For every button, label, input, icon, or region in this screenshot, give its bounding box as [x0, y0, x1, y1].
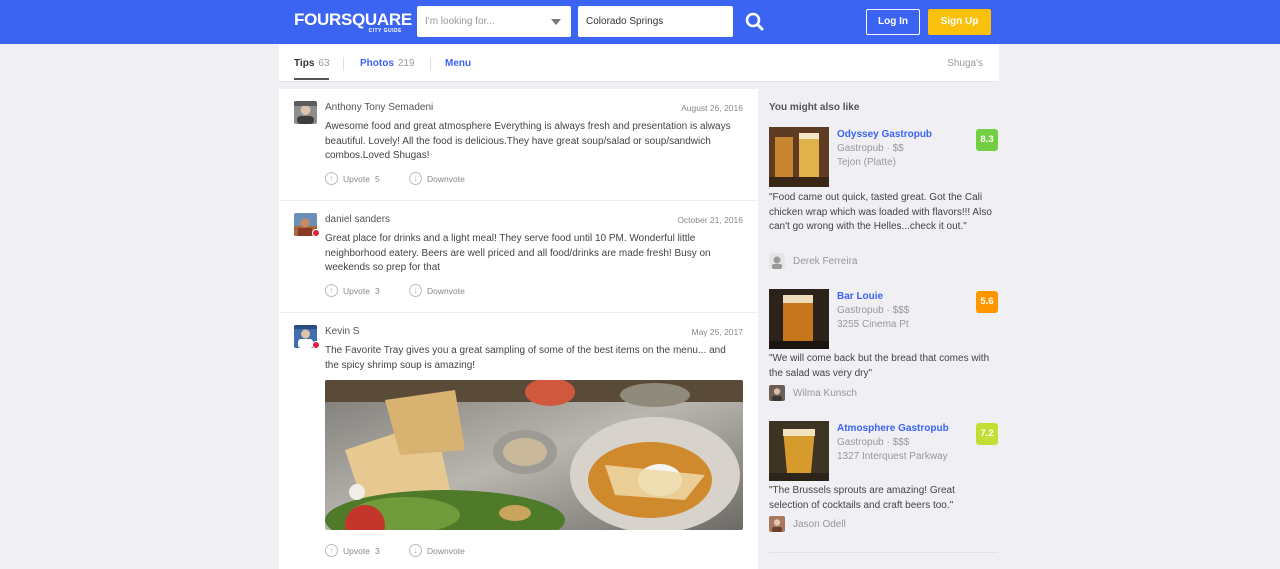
- arrow-down-icon: ↓: [409, 544, 422, 557]
- venue-location: Tejon (Platte): [837, 157, 896, 168]
- heart-icon: [312, 341, 320, 349]
- upvote-label: Upvote: [343, 173, 370, 184]
- tab-menu[interactable]: Menu: [445, 58, 471, 69]
- heart-icon: [312, 229, 320, 237]
- venue-category: Gastropub · $$$: [837, 437, 910, 448]
- upvote-label: Upvote: [343, 545, 370, 556]
- downvote-button[interactable]: ↓ Downvote: [409, 544, 465, 557]
- tip-author[interactable]: Kevin S: [325, 326, 359, 337]
- tip-user[interactable]: Wilma Kunsch: [769, 385, 857, 401]
- tip-user[interactable]: Jason Odell: [769, 516, 846, 532]
- similar-venue-card: Odyssey Gastropub Gastropub · $$ Tejon (…: [769, 127, 998, 277]
- arrow-down-icon: ↓: [409, 172, 422, 185]
- venue-score-badge: 8.3: [976, 129, 998, 151]
- venue-name[interactable]: Shuga's: [947, 58, 983, 69]
- venue-photo[interactable]: [769, 127, 829, 187]
- downvote-label: Downvote: [427, 173, 465, 184]
- tip-photo[interactable]: [325, 380, 743, 530]
- tip-date: October 21, 2016: [677, 215, 743, 225]
- search-button[interactable]: [741, 8, 769, 36]
- logo-wordmark: FOURSQUARE: [294, 10, 412, 29]
- venue-tabs-bar: Tips 63 Photos 219 Menu Shuga's: [279, 44, 999, 82]
- upvote-button[interactable]: ↑ Upvote 3: [325, 544, 380, 557]
- venue-score-badge: 7.2: [976, 423, 998, 445]
- avatar: [769, 385, 785, 401]
- tab-tips-count: 63: [318, 58, 330, 69]
- similar-venues-title: You might also like: [769, 102, 860, 113]
- chevron-down-icon[interactable]: [551, 19, 561, 25]
- upvote-button[interactable]: ↑ Upvote 3: [325, 284, 380, 297]
- tip-text: Awesome food and great atmosphere Everyt…: [325, 121, 731, 161]
- logo-subtitle: CITY GUIDE: [368, 28, 402, 34]
- venue-category: Gastropub · $$$: [837, 305, 910, 316]
- upvote-count: 5: [374, 173, 380, 184]
- venue-tip-quote: "The Brussels sprouts are amazing! Great…: [769, 485, 955, 511]
- tab-photos-label: Photos: [360, 58, 394, 69]
- tab-photos[interactable]: Photos 219: [360, 58, 415, 69]
- downvote-button[interactable]: ↓ Downvote: [409, 172, 465, 185]
- avatar[interactable]: [294, 101, 317, 124]
- venue-category: Gastropub · $$: [837, 143, 904, 154]
- tips-list: Anthony Tony Semadeni August 26, 2016 Aw…: [279, 89, 758, 569]
- tip-user[interactable]: Derek Ferreira: [769, 253, 857, 269]
- top-nav-bar: FOURSQUARE CITY GUIDE Log In Sign Up: [0, 0, 1280, 44]
- tab-tips[interactable]: Tips 63: [294, 58, 330, 69]
- downvote-label: Downvote: [427, 545, 465, 556]
- tip-user-name: Jason Odell: [793, 518, 846, 530]
- location-field[interactable]: [578, 6, 733, 37]
- tab-divider: [430, 57, 431, 71]
- tip-item: Anthony Tony Semadeni August 26, 2016 Aw…: [279, 89, 758, 201]
- tip-user-name: Wilma Kunsch: [793, 387, 857, 399]
- venue-tip-quote: "Food came out quick, tasted great. Got …: [769, 192, 992, 232]
- upvote-label: Upvote: [343, 285, 370, 296]
- tip-user-name: Derek Ferreira: [793, 255, 858, 267]
- tab-photos-count: 219: [397, 58, 415, 69]
- tab-tips-label: Tips: [294, 58, 315, 69]
- arrow-up-icon: ↑: [325, 284, 338, 297]
- venue-photo[interactable]: [769, 421, 829, 481]
- tip-item: daniel sanders October 21, 2016 Great pl…: [279, 201, 758, 313]
- active-tab-indicator: [294, 78, 329, 80]
- venue-photo[interactable]: [769, 289, 829, 349]
- upvote-button[interactable]: ↑ Upvote 5: [325, 172, 380, 185]
- tip-date: August 26, 2016: [681, 103, 743, 113]
- avatar: [769, 253, 785, 269]
- tip-author[interactable]: Anthony Tony Semadeni: [325, 102, 433, 113]
- venue-name-link[interactable]: Odyssey Gastropub: [837, 129, 932, 140]
- login-button[interactable]: Log In: [866, 9, 920, 35]
- venue-location: 1327 Interquest Parkway: [837, 451, 948, 462]
- downvote-button[interactable]: ↓ Downvote: [409, 284, 465, 297]
- search-query-field[interactable]: [417, 6, 571, 37]
- divider: [769, 552, 998, 553]
- downvote-label: Downvote: [427, 285, 465, 296]
- search-input[interactable]: [417, 6, 571, 37]
- similar-venue-card: Atmosphere Gastropub Gastropub · $$$ 132…: [769, 421, 998, 539]
- tab-divider: [343, 57, 344, 71]
- upvote-count: 3: [374, 545, 380, 556]
- tip-text: Great place for drinks and a light meal!…: [325, 233, 711, 273]
- tip-author[interactable]: daniel sanders: [325, 214, 390, 225]
- venue-name-link[interactable]: Atmosphere Gastropub: [837, 423, 949, 434]
- venue-location: 3255 Cinema Pt: [837, 319, 909, 330]
- tip-text: The Favorite Tray gives you a great samp…: [325, 345, 726, 371]
- tip-date: May 25, 2017: [691, 327, 743, 337]
- venue-score-badge: 5.6: [976, 291, 998, 313]
- avatar: [769, 516, 785, 532]
- similar-venue-card: Bar Louie Gastropub · $$$ 3255 Cinema Pt…: [769, 289, 998, 407]
- arrow-up-icon: ↑: [325, 544, 338, 557]
- search-icon: [745, 12, 764, 31]
- tip-item: Kevin S May 25, 2017 The Favorite Tray g…: [279, 313, 758, 569]
- foursquare-logo[interactable]: FOURSQUARE CITY GUIDE: [294, 10, 412, 35]
- arrow-up-icon: ↑: [325, 172, 338, 185]
- location-input[interactable]: [578, 6, 733, 37]
- upvote-count: 3: [374, 285, 380, 296]
- venue-tip-quote: "We will come back but the bread that co…: [769, 353, 990, 379]
- arrow-down-icon: ↓: [409, 284, 422, 297]
- venue-name-link[interactable]: Bar Louie: [837, 291, 883, 302]
- signup-button[interactable]: Sign Up: [928, 9, 991, 35]
